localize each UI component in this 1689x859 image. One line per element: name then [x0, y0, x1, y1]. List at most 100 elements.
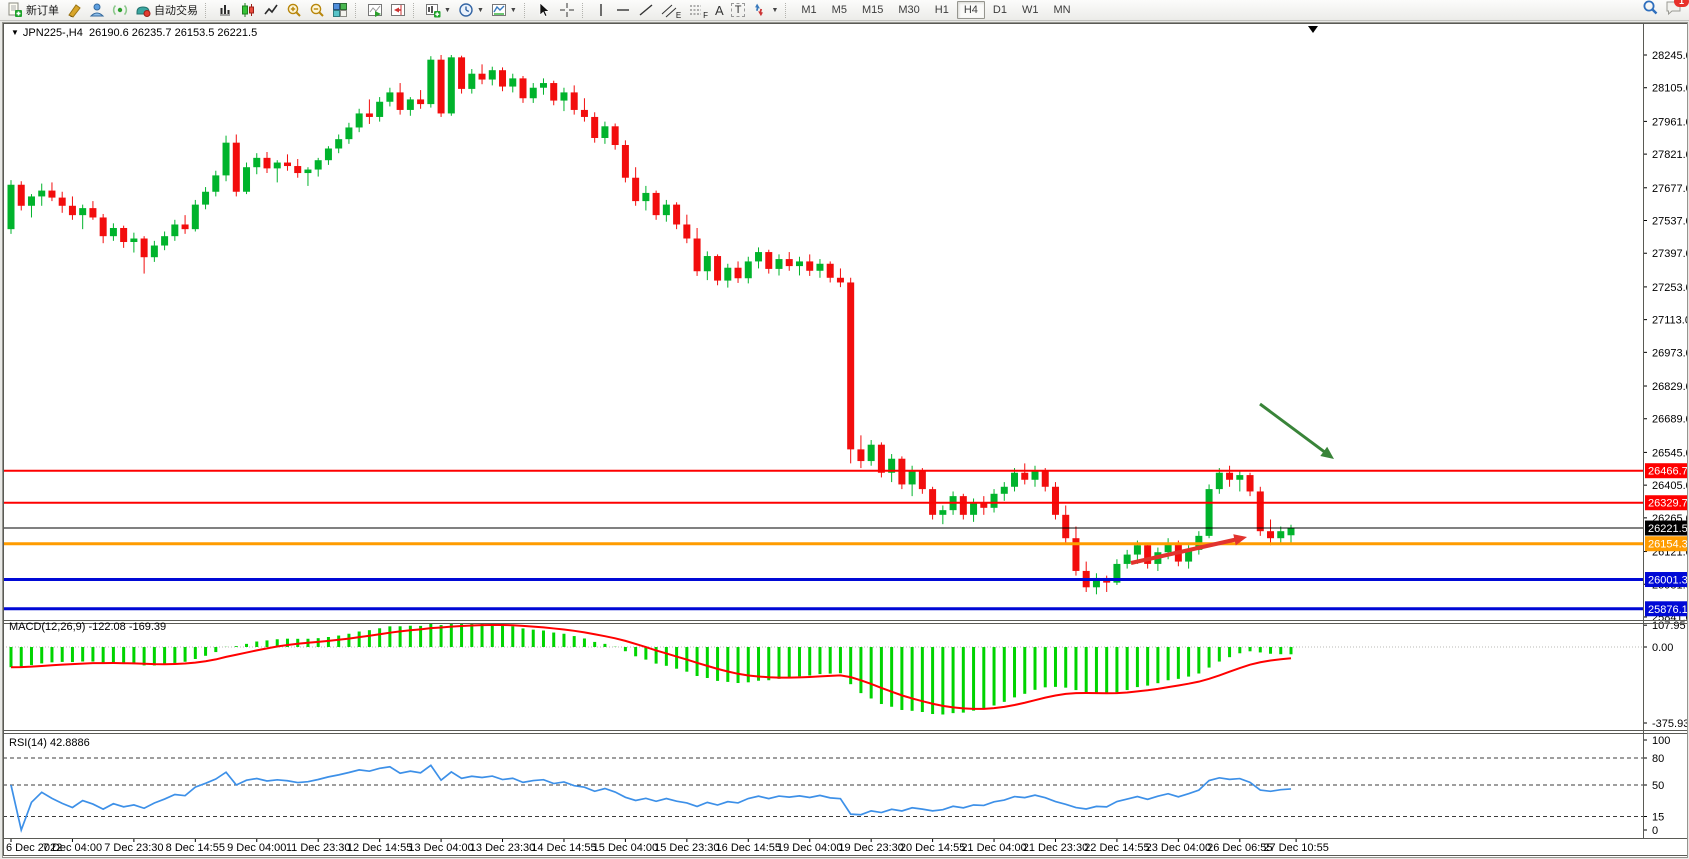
auto-trading-button[interactable]: 自动交易 [132, 1, 201, 20]
macd-layer [3, 624, 1643, 715]
template-icon [491, 2, 507, 18]
horizontal-lines-layer[interactable] [3, 471, 1643, 609]
toolbar-separator [524, 3, 529, 18]
timeframe-w1[interactable]: W1 [1015, 1, 1046, 19]
svg-text:27113.0: 27113.0 [1652, 315, 1687, 327]
zoom-out-button[interactable] [306, 1, 328, 20]
pane-borders [3, 23, 1687, 856]
svg-text:27 Dec 10:55: 27 Dec 10:55 [1263, 842, 1328, 854]
new-chart-dropdown[interactable]: ▼ [422, 1, 454, 20]
timeframe-m15[interactable]: M15 [855, 1, 890, 19]
chart-window[interactable]: ▼JPN225-,H4 26190.6 26235.7 26153.5 2622… [2, 22, 1688, 858]
svg-text:9 Dec 04:00: 9 Dec 04:00 [227, 842, 286, 854]
rsi-layer [3, 758, 1643, 830]
zoom-out-icon [309, 2, 325, 18]
timeframe-h4[interactable]: H4 [957, 1, 985, 19]
candlestick-icon [240, 2, 256, 18]
fibonacci-tool[interactable]: F [685, 1, 711, 20]
timeframe-m1[interactable]: M1 [794, 1, 823, 19]
svg-text:26221.5: 26221.5 [1648, 523, 1687, 535]
period-dropdown[interactable]: ▼ [455, 1, 487, 20]
chart-shift-button[interactable] [387, 1, 409, 20]
rsi-pane[interactable] [3, 758, 1643, 830]
chart-canvas[interactable]: 28245.028105.027961.027821.027677.027537… [3, 23, 1687, 857]
toolbar-separator [355, 3, 360, 18]
svg-text:26829.0: 26829.0 [1652, 381, 1687, 393]
svg-text:-375.93: -375.93 [1652, 718, 1687, 730]
svg-text:26466.7: 26466.7 [1648, 466, 1687, 478]
text-label-tool[interactable]: T [728, 1, 749, 20]
bar-chart-type-button[interactable] [214, 1, 236, 20]
arrow-objects-layer[interactable] [1131, 404, 1334, 563]
chevron-down-icon: ▼ [444, 7, 451, 14]
svg-text:26001.3: 26001.3 [1648, 575, 1687, 587]
equidistant-channel-tool[interactable]: E [658, 1, 684, 20]
shift-marker-layer [1308, 26, 1318, 33]
text-tool-icon: A [715, 3, 724, 18]
svg-text:21 Dec 04:00: 21 Dec 04:00 [961, 842, 1026, 854]
timeframe-m30[interactable]: M30 [891, 1, 926, 19]
svg-text:27253.0: 27253.0 [1652, 282, 1687, 294]
channel-letter: E [676, 11, 681, 20]
cursor-tool-button[interactable] [533, 1, 555, 20]
svg-text:14 Dec 14:55: 14 Dec 14:55 [531, 842, 596, 854]
fibo-letter: F [703, 11, 708, 20]
svg-text:27537.0: 27537.0 [1652, 216, 1687, 228]
tile-windows-button[interactable] [329, 1, 351, 20]
svg-text:26545.0: 26545.0 [1652, 447, 1687, 459]
chevron-down-icon: ▼ [771, 7, 778, 14]
arrows-icon [752, 2, 768, 18]
tile-windows-icon [332, 2, 348, 18]
gold-pen-icon [66, 2, 82, 18]
svg-text:20 Dec 14:55: 20 Dec 14:55 [900, 842, 965, 854]
templates-dropdown[interactable]: ▼ [488, 1, 520, 20]
svg-text:15: 15 [1652, 812, 1664, 824]
svg-text:27677.0: 27677.0 [1652, 183, 1687, 195]
timeframe-d1[interactable]: D1 [986, 1, 1014, 19]
search-icon[interactable] [1642, 0, 1659, 21]
price-axis[interactable]: 28245.028105.027961.027821.027677.027537… [1643, 50, 1687, 837]
new-order-button[interactable]: 新订单 [4, 1, 62, 20]
new-chart-icon [425, 2, 441, 18]
svg-text:19 Dec 23:30: 19 Dec 23:30 [838, 842, 903, 854]
svg-text:28105.0: 28105.0 [1652, 83, 1687, 95]
svg-text:0.00: 0.00 [1652, 642, 1673, 654]
date-axis[interactable]: 6 Dec 20227 Dec 04:007 Dec 23:308 Dec 14… [6, 838, 1329, 854]
community-button[interactable] [86, 1, 108, 20]
text-tool[interactable]: A [712, 1, 727, 20]
svg-text:11 Dec 23:30: 11 Dec 23:30 [286, 842, 351, 854]
trendline-tool[interactable] [635, 1, 657, 20]
timeframe-h1[interactable]: H1 [928, 1, 956, 19]
metaeditor-button[interactable] [63, 1, 85, 20]
timeframe-m5[interactable]: M5 [825, 1, 854, 19]
collapse-triangle-icon[interactable]: ▼ [11, 28, 19, 37]
candlestick-type-button[interactable] [237, 1, 259, 20]
macd-indicator-label: MACD(12,26,9) -122.08 -169.39 [9, 621, 166, 633]
arrows-dropdown[interactable]: ▼ [749, 1, 781, 20]
zoom-in-button[interactable] [283, 1, 305, 20]
notifications-button[interactable]: 1 [1665, 0, 1683, 21]
svg-text:15 Dec 23:30: 15 Dec 23:30 [654, 842, 719, 854]
svg-text:107.95: 107.95 [1652, 620, 1686, 632]
crosshair-tool-button[interactable] [556, 1, 578, 20]
svg-text:26329.7: 26329.7 [1648, 498, 1687, 510]
timeframe-mn[interactable]: MN [1046, 1, 1077, 19]
chart-title-ohlc: 26190.6 26235.7 26153.5 26221.5 [89, 27, 257, 39]
channel-icon [661, 2, 677, 18]
macd-pane[interactable] [3, 624, 1643, 715]
line-chart-type-button[interactable] [260, 1, 282, 20]
chart-title: ▼JPN225-,H4 26190.6 26235.7 26153.5 2622… [11, 27, 257, 39]
signals-button[interactable] [109, 1, 131, 20]
horizontal-line-icon [615, 2, 631, 18]
svg-text:80: 80 [1652, 753, 1664, 765]
svg-text:8 Dec 14:55: 8 Dec 14:55 [166, 842, 225, 854]
svg-text:26689.0: 26689.0 [1652, 414, 1687, 426]
main-pane[interactable] [3, 26, 1643, 609]
cursor-icon [536, 2, 552, 18]
auto-trading-icon [135, 2, 151, 18]
svg-text:27397.0: 27397.0 [1652, 248, 1687, 260]
vertical-line-tool[interactable] [591, 1, 611, 20]
svg-text:25876.1: 25876.1 [1648, 604, 1687, 616]
horizontal-line-tool[interactable] [612, 1, 634, 20]
auto-scroll-button[interactable] [364, 1, 386, 20]
